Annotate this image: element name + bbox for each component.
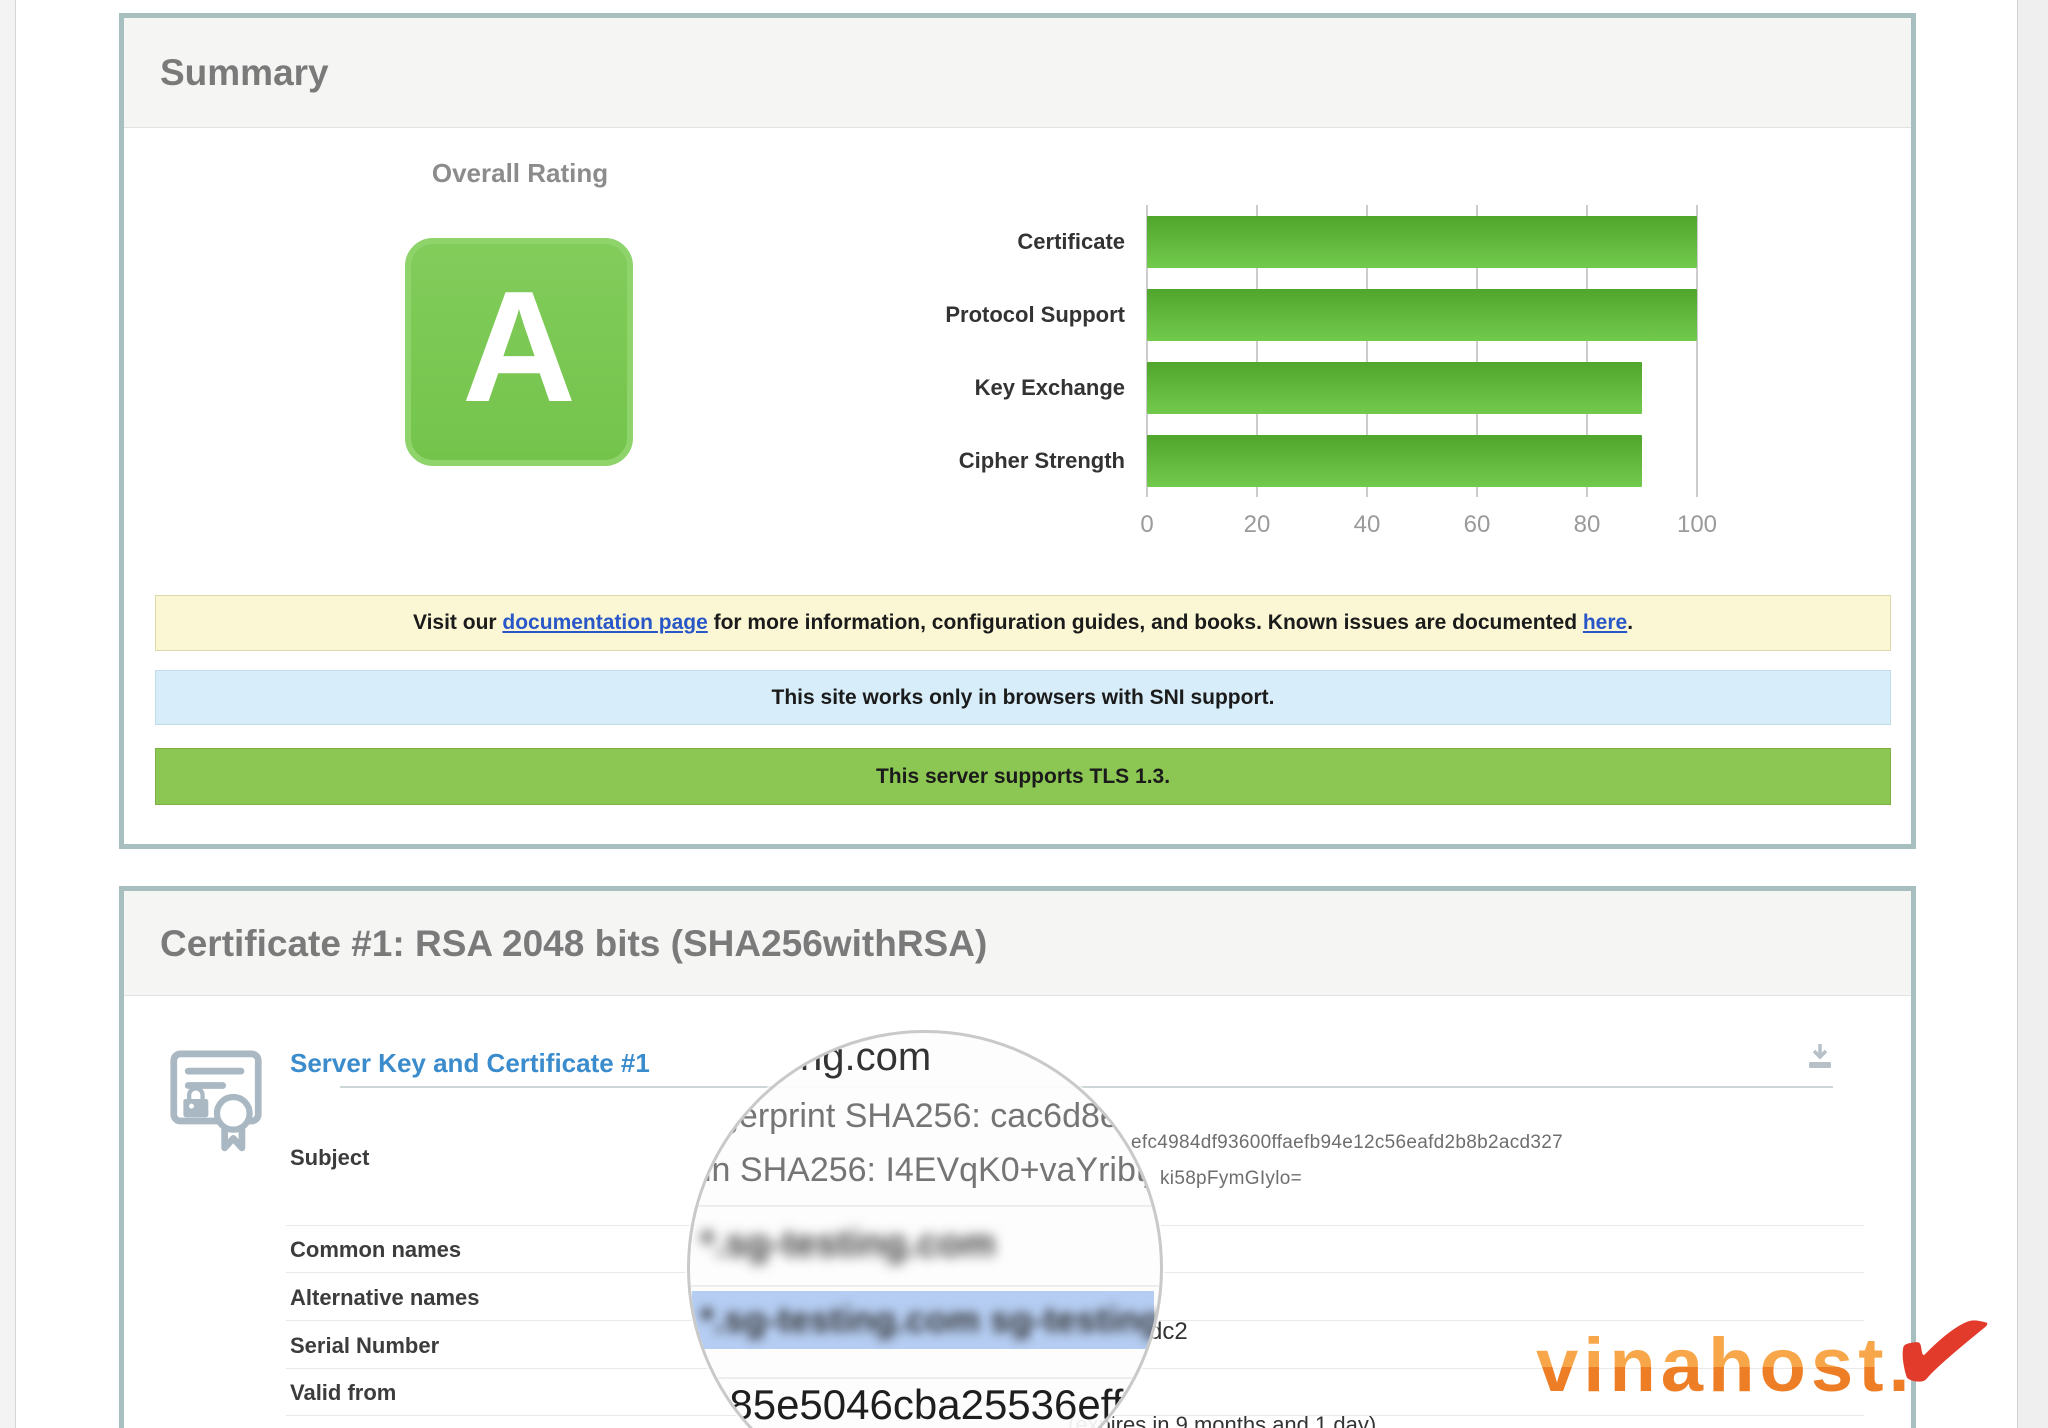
chart-category-label: Certificate bbox=[766, 205, 1147, 278]
row-label-alternative-names: Alternative names bbox=[290, 1285, 480, 1311]
axis-tick-label: 0 bbox=[1140, 511, 1153, 539]
subject-fingerprint-tail: efc4984df93600ffaefb94e12c56eafd2b8b2acd… bbox=[1131, 1132, 1563, 1154]
summary-title: Summary bbox=[124, 18, 1911, 128]
certificate-title: Certificate #1: RSA 2048 bits (SHA256wit… bbox=[124, 891, 1911, 996]
documentation-notice: Visit our documentation page for more in… bbox=[155, 595, 1891, 651]
server-key-heading[interactable]: Server Key and Certificate #1 bbox=[290, 1048, 650, 1079]
certificate-header: Certificate #1: RSA 2048 bits (SHA256wit… bbox=[124, 891, 1911, 996]
magnified-domain: ting.com bbox=[780, 1035, 931, 1080]
download-icon[interactable] bbox=[1805, 1042, 1835, 1075]
summary-panel: Summary Overall Rating A CertificateProt… bbox=[119, 13, 1916, 849]
magnified-serial-number: 485e5046cba25536eff828c9 bbox=[706, 1381, 1163, 1428]
certificate-icon bbox=[168, 1044, 264, 1157]
chart-category-label: Protocol Support bbox=[766, 278, 1147, 351]
axis-tick-label: 100 bbox=[1677, 511, 1717, 539]
magnifier-overlay: ting.com gerprint SHA256: cac6d8eb1b in … bbox=[687, 1030, 1163, 1428]
grade-badge: A bbox=[405, 238, 633, 466]
axis-tick-label: 60 bbox=[1464, 511, 1491, 539]
vinahost-logo: vinahost. ✔ bbox=[1536, 1322, 1915, 1409]
chart-bars bbox=[1147, 205, 1697, 497]
sni-notice: This site works only in browsers with SN… bbox=[155, 670, 1891, 725]
ssl-report-page: Summary Overall Rating A CertificateProt… bbox=[0, 0, 2048, 1428]
tls13-notice: This server supports TLS 1.3. bbox=[155, 748, 1891, 805]
heading-divider bbox=[340, 1086, 1833, 1088]
magnified-row-divider bbox=[690, 1285, 1160, 1287]
overall-rating-label: Overall Rating bbox=[370, 158, 670, 189]
axis-tick-label: 40 bbox=[1354, 511, 1381, 539]
score-chart: CertificateProtocol SupportKey ExchangeC… bbox=[766, 205, 1697, 497]
axis-tick-label: 80 bbox=[1574, 511, 1601, 539]
magnified-row-divider bbox=[690, 1377, 1160, 1379]
axis-tick-label: 20 bbox=[1244, 511, 1271, 539]
chart-category-label: Key Exchange bbox=[766, 351, 1147, 424]
right-page-margin bbox=[2017, 0, 2048, 1428]
magnified-common-name-blurred: *.sg-testing.com bbox=[700, 1223, 996, 1266]
here-link[interactable]: here bbox=[1583, 611, 1627, 634]
row-label-subject: Subject bbox=[290, 1145, 369, 1171]
chart-category-label: Cipher Strength bbox=[766, 424, 1147, 497]
summary-body: Overall Rating A CertificateProtocol Sup… bbox=[124, 128, 1911, 844]
summary-header: Summary bbox=[124, 18, 1911, 128]
chart-label-column: CertificateProtocol SupportKey ExchangeC… bbox=[766, 205, 1147, 497]
documentation-notice-suffix: . bbox=[1627, 611, 1633, 634]
chart-bar-certificate bbox=[1147, 216, 1697, 268]
row-label-serial-number: Serial Number bbox=[290, 1333, 439, 1359]
chart-axis-ticks: 020406080100 bbox=[1147, 511, 1697, 541]
subject-pin-tail: ki58pFymGIylo= bbox=[1160, 1168, 1302, 1190]
row-label-valid-from: Valid from bbox=[290, 1380, 396, 1406]
magnified-pin: in SHA256: I4EVqK0+vaYribtjK6kI3 bbox=[704, 1151, 1163, 1190]
row-label-common-names: Common names bbox=[290, 1237, 461, 1263]
chart-bar-protocol-support bbox=[1147, 289, 1697, 341]
magnified-row-divider bbox=[690, 1205, 1160, 1207]
documentation-page-link[interactable]: documentation page bbox=[502, 611, 707, 634]
documentation-notice-prefix: Visit our bbox=[413, 611, 502, 634]
magnified-alt-names-selection: *.sg-testing.com sg-testing.com bbox=[692, 1291, 1154, 1349]
magnified-fingerprint: gerprint SHA256: cac6d8eb1b bbox=[720, 1097, 1163, 1136]
chart-bar-key-exchange bbox=[1147, 362, 1642, 414]
chart-plot-area: 020406080100 bbox=[1147, 205, 1697, 497]
magnified-alt-names-blurred: *.sg-testing.com sg-testing.com bbox=[692, 1291, 1154, 1349]
left-page-margin bbox=[0, 0, 16, 1428]
chart-bar-cipher-strength bbox=[1147, 435, 1642, 487]
vinahost-wordmark: vinahost. bbox=[1536, 1323, 1915, 1408]
documentation-notice-middle: for more information, configuration guid… bbox=[708, 611, 1583, 634]
grade-letter: A bbox=[462, 268, 576, 436]
